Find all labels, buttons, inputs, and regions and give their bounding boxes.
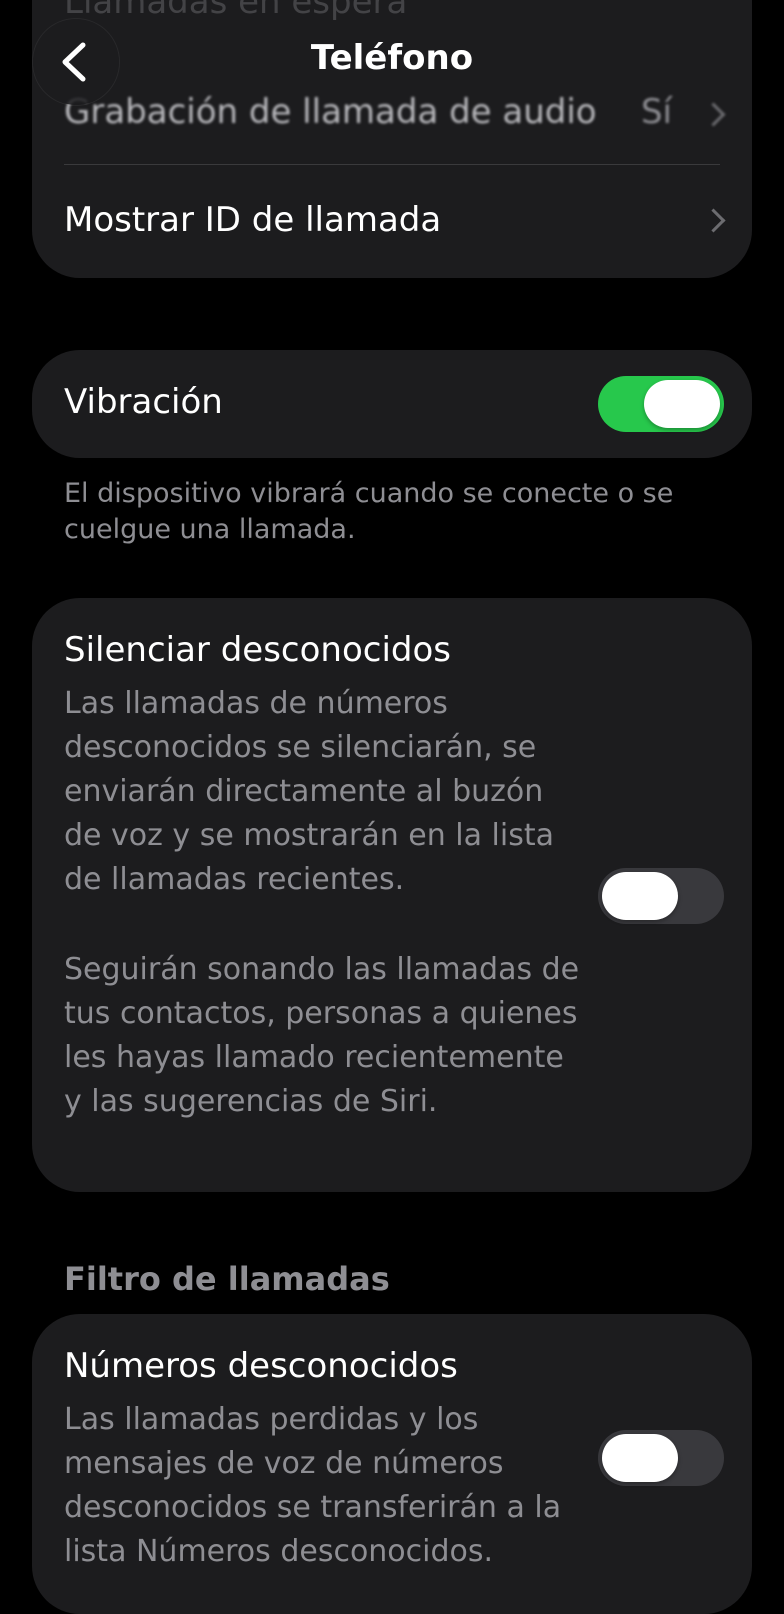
call-filter-section-title: Filtro de llamadas bbox=[64, 1260, 390, 1298]
chevron-right-icon bbox=[701, 102, 726, 127]
toggle-knob bbox=[602, 872, 678, 920]
call-waiting-label: Llamadas en espera bbox=[64, 0, 408, 22]
vibration-toggle[interactable] bbox=[598, 376, 724, 432]
audio-recording-row[interactable]: Grabación de llamada de audio Sí bbox=[64, 88, 726, 138]
silence-unknown-description: Las llamadas de números desconocidos se … bbox=[64, 686, 555, 897]
silence-unknown-note: Seguirán sonando las llamadas de tus con… bbox=[64, 952, 580, 1119]
audio-recording-label: Grabación de llamada de audio bbox=[64, 92, 597, 132]
unknown-numbers-description: Las llamadas perdidas y los mensajes de … bbox=[64, 1402, 562, 1569]
call-filter-group: Números desconocidos Las llamadas perdid… bbox=[32, 1314, 752, 1614]
unknown-numbers-toggle[interactable] bbox=[598, 1430, 724, 1486]
silence-unknown-group: Silenciar desconocidos Las llamadas de n… bbox=[32, 598, 752, 1192]
vibration-group: Vibración bbox=[32, 350, 752, 458]
chevron-right-icon bbox=[701, 208, 726, 233]
row-divider bbox=[64, 164, 720, 165]
silence-unknown-toggle[interactable] bbox=[598, 868, 724, 924]
unknown-numbers-title: Números desconocidos bbox=[64, 1346, 458, 1386]
show-caller-id-label: Mostrar ID de llamada bbox=[64, 200, 442, 240]
page-title: Teléfono bbox=[310, 38, 474, 78]
vibration-label: Vibración bbox=[64, 382, 223, 422]
toggle-knob bbox=[644, 380, 720, 428]
settings-page: Mostrar ID de llamada Llamadas en espera… bbox=[0, 0, 784, 1614]
vibration-footnote: El dispositivo vibrará cuando se conecte… bbox=[64, 478, 674, 545]
show-caller-id-row[interactable]: Mostrar ID de llamada bbox=[32, 192, 752, 248]
toggle-knob bbox=[602, 1434, 678, 1482]
silence-unknown-title: Silenciar desconocidos bbox=[64, 630, 451, 670]
audio-recording-value: Sí bbox=[640, 92, 672, 132]
